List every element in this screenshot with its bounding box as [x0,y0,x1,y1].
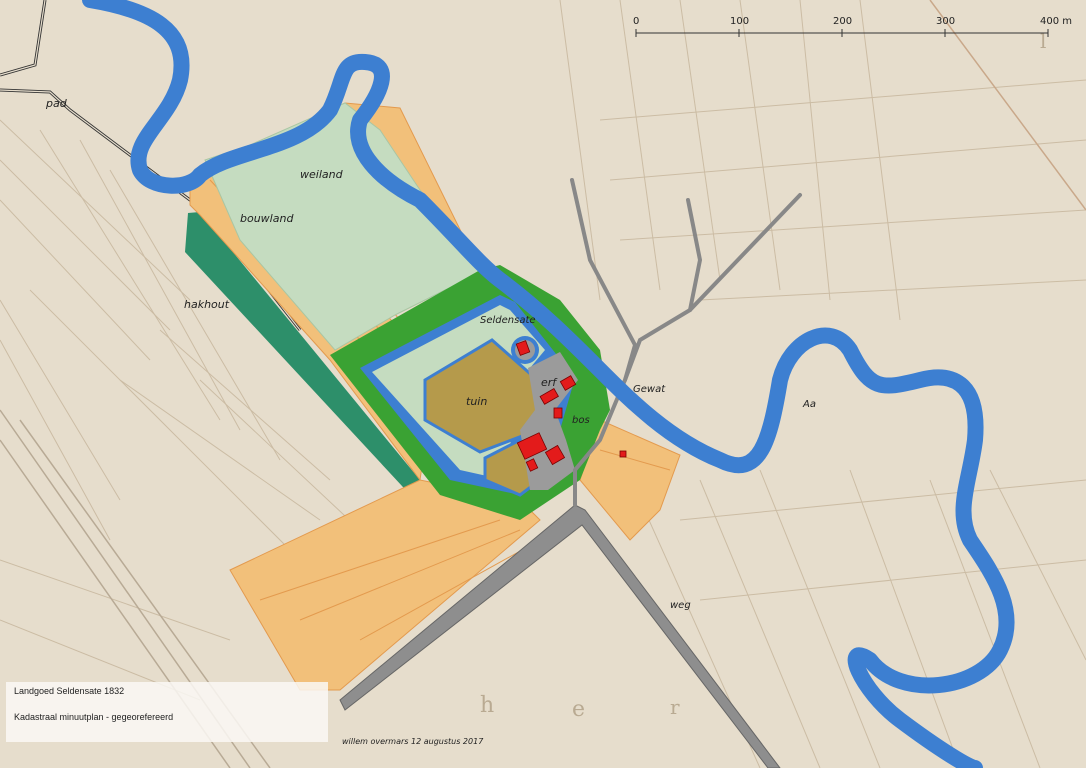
label-erf: erf [541,376,558,389]
label-aa: Aa [802,399,816,410]
label-pad: pad [45,97,68,110]
building [619,450,627,458]
label-weiland: weiland [300,168,344,181]
credit-text: willem overmars 12 augustus 2017 [342,737,484,746]
svg-text:h: h [480,693,494,718]
label-gewat: Gewat [633,384,666,395]
label-bouwland: bouwland [240,212,294,225]
scale-tick-0: 0 [633,16,639,27]
svg-text:r: r [670,695,680,719]
label-weg: weg [670,600,691,611]
label-bos: bos [572,415,590,426]
svg-text:e: e [572,697,585,722]
building [553,407,563,419]
scale-tick-400: 400 m [1040,16,1072,27]
label-tuin: tuin [466,395,487,408]
legend-title: Landgoed Seldensate 1832 [14,686,125,696]
map-canvas[interactable]: h e r l 0 100 200 300 400 m pad weiland … [0,0,1086,768]
legend-subtitle: Kadastraal minuutplan - gegeorefereerd [14,712,174,722]
scale-tick-200: 200 [833,16,852,27]
legend-box: Landgoed Seldensate 1832 Kadastraal minu… [6,682,328,742]
label-seldensate: Seldensate [480,315,536,326]
scale-tick-300: 300 [936,16,955,27]
label-hakhout: hakhout [184,298,230,311]
scale-tick-100: 100 [730,16,749,27]
